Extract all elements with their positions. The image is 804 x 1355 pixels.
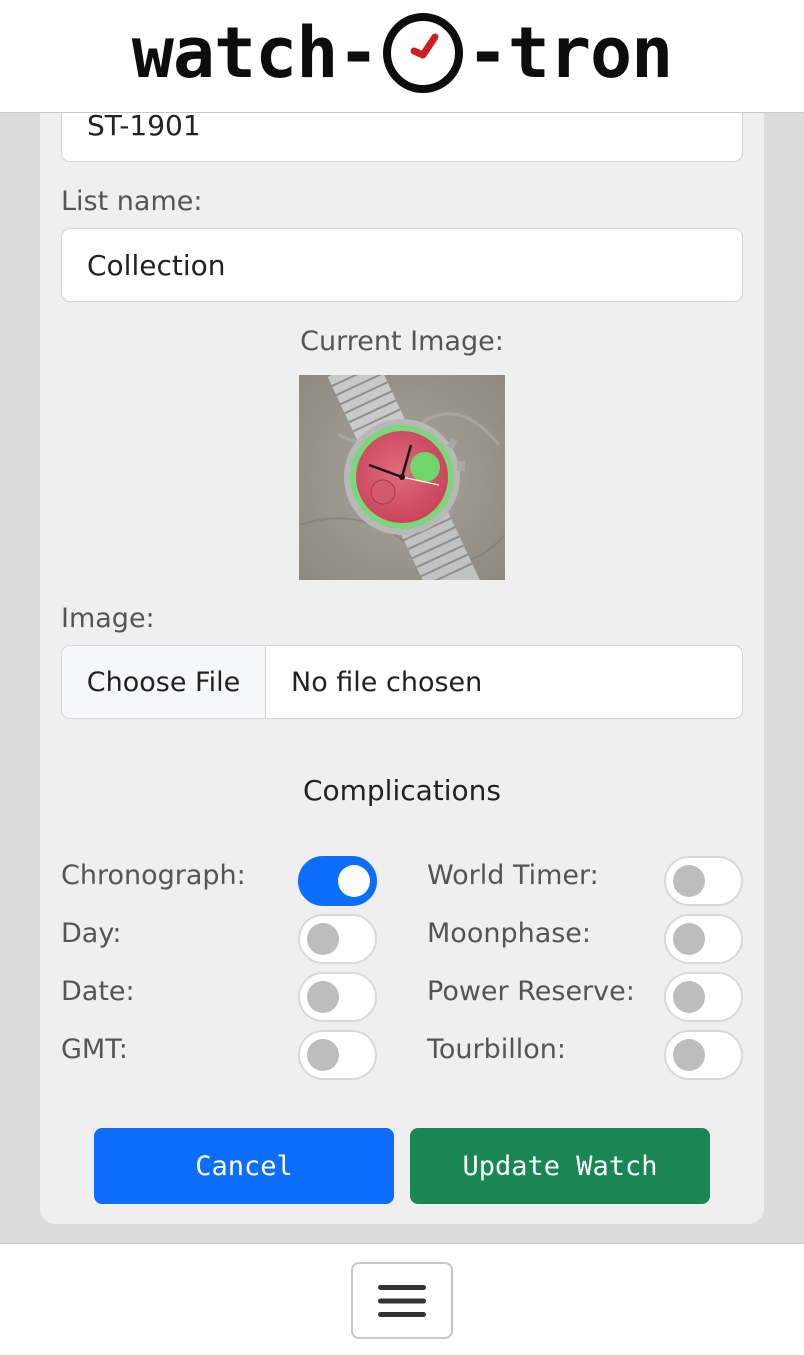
chronograph-toggle[interactable]: [298, 856, 377, 906]
day-toggle[interactable]: [298, 914, 377, 964]
cancel-button[interactable]: Cancel: [94, 1128, 394, 1204]
logo-text-left: watch-: [131, 12, 380, 94]
logo-text-right: -tron: [466, 12, 674, 94]
tourbillon-toggle[interactable]: [664, 1030, 743, 1080]
world-timer-toggle[interactable]: [664, 856, 743, 906]
toggle-knob: [673, 981, 705, 1013]
toggle-knob: [307, 923, 339, 955]
toggle-knob: [307, 1039, 339, 1071]
toggle-knob: [338, 865, 370, 897]
moonphase-toggle[interactable]: [664, 914, 743, 964]
clock-icon: [382, 13, 463, 93]
day-label: Day:: [61, 918, 122, 949]
image-label: Image:: [61, 603, 155, 634]
tourbillon-label: Tourbillon:: [427, 1034, 567, 1065]
app-header: watch- -tron: [0, 0, 804, 113]
update-watch-button[interactable]: Update Watch: [410, 1128, 710, 1204]
gmt-toggle[interactable]: [298, 1030, 377, 1080]
complications-title: Complications: [302, 774, 502, 807]
choose-file-button[interactable]: Choose File: [62, 646, 266, 718]
menu-toggle-button[interactable]: [351, 1262, 453, 1339]
current-watch-image: [299, 375, 505, 580]
date-toggle[interactable]: [298, 972, 377, 1022]
current-image-label: Current Image:: [300, 326, 504, 357]
power-reserve-toggle[interactable]: [664, 972, 743, 1022]
footer-bar: [0, 1243, 804, 1355]
image-file-input[interactable]: Choose File No file chosen: [61, 645, 743, 719]
logo[interactable]: watch- -tron: [131, 11, 674, 95]
toggle-knob: [673, 865, 705, 897]
list-name-label: List name:: [61, 186, 203, 217]
hamburger-menu-icon: [378, 1285, 426, 1317]
toggle-knob: [307, 981, 339, 1013]
date-label: Date:: [61, 976, 135, 1007]
power-reserve-label: Power Reserve:: [427, 976, 635, 1007]
toggle-knob: [673, 1039, 705, 1071]
moonphase-label: Moonphase:: [427, 918, 592, 949]
chronograph-label: Chronograph:: [61, 860, 246, 891]
list-name-value: Collection: [87, 248, 226, 282]
world-timer-label: World Timer:: [427, 860, 599, 891]
model-input-value: ST-1901: [87, 108, 201, 142]
toggle-knob: [673, 923, 705, 955]
gmt-label: GMT:: [61, 1034, 128, 1065]
file-status: No file chosen: [291, 666, 483, 698]
list-name-input[interactable]: Collection: [61, 228, 743, 302]
